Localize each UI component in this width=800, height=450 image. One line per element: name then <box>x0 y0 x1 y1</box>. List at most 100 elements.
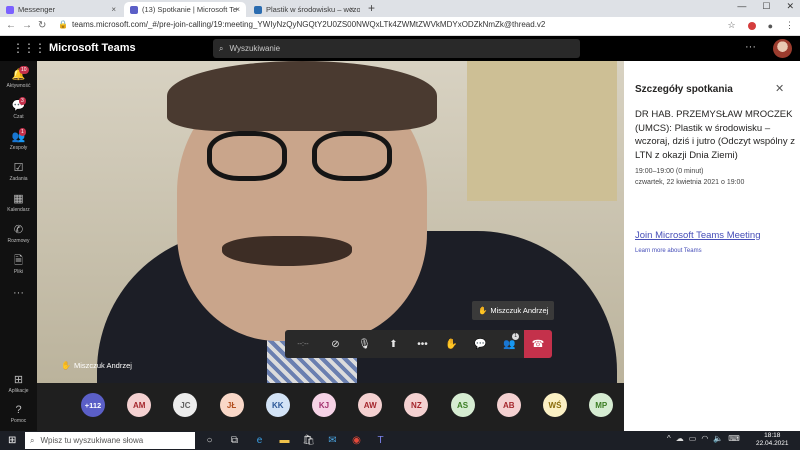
cortana-icon[interactable]: ○ <box>203 434 216 447</box>
chat-icon: 💬 <box>474 338 487 350</box>
wifi-icon[interactable]: ◠ <box>701 434 708 443</box>
hang-up-button[interactable]: ☎ <box>524 330 552 358</box>
camera-toggle-button[interactable]: ⊘ <box>321 330 350 358</box>
rail-item-apps[interactable]: ⊞ Aplikacje <box>0 374 37 394</box>
meeting-time: 19:00–19:00 (0 minut) <box>635 168 704 175</box>
rail-item-files[interactable]: 🗎 Pliki <box>0 255 37 275</box>
browser-tab-messenger[interactable]: Messenger × <box>0 2 122 17</box>
close-icon[interactable]: ✕ <box>775 82 784 95</box>
join-meeting-link[interactable]: Join Microsoft Teams Meeting <box>635 230 761 241</box>
taskbar-clock[interactable]: 18:18 22.04.2021 <box>756 432 789 448</box>
close-icon[interactable]: × <box>235 5 240 14</box>
rail-label: Pliki <box>13 269 24 275</box>
tab-title: Plastik w środowisku – wczoraj, d <box>266 5 360 14</box>
browser-tab-teams[interactable]: (13) Spotkanie | Microsoft Te × <box>124 2 246 17</box>
rail-item-calls[interactable]: ✆ Rozmowy <box>0 224 37 244</box>
teams-badge: 1 <box>19 128 26 136</box>
learn-more-link[interactable]: Learn more about Teams <box>635 248 702 254</box>
battery-icon[interactable]: ▭ <box>689 434 697 443</box>
minimize-icon[interactable]: — <box>737 1 746 12</box>
extension-icon[interactable] <box>747 21 756 30</box>
raised-hand-icon: ✋ <box>61 361 71 370</box>
more-icon: ••• <box>417 338 428 350</box>
mic-toggle-button[interactable]: 🎙 <box>350 330 379 358</box>
search-icon: ⌕ <box>30 435 35 445</box>
raise-hand-button[interactable]: ✋ <box>437 330 466 358</box>
browser-tab-bar: Messenger × (13) Spotkanie | Microsoft T… <box>0 0 800 17</box>
rail-item-calendar[interactable]: ▦ Kalendarz <box>0 193 37 213</box>
browser-tab-plastik[interactable]: Plastik w środowisku – wczoraj, d × <box>248 2 360 17</box>
user-avatar[interactable] <box>773 39 792 58</box>
close-icon[interactable]: × <box>349 5 354 14</box>
participant-avatar[interactable]: +112 <box>81 393 105 417</box>
participants-icon: 👥 <box>503 338 516 350</box>
more-options-icon[interactable]: ··· <box>745 41 756 53</box>
store-icon[interactable]: 🛍 <box>302 434 315 447</box>
chrome-icon[interactable]: ◉ <box>350 434 363 447</box>
reload-icon[interactable]: ↻ <box>38 20 46 31</box>
raise-hand-icon: ✋ <box>445 338 458 350</box>
app-launcher-icon[interactable]: ⋮⋮⋮ <box>12 41 46 55</box>
speaker-name: Miszczuk Andrzej <box>73 361 132 370</box>
taskbar-search-input[interactable]: ⌕ Wpisz tu wyszukiwane słowa <box>25 432 195 449</box>
more-actions-button[interactable]: ••• <box>408 330 437 358</box>
file-explorer-icon[interactable]: ▬ <box>278 434 291 447</box>
task-view-icon[interactable]: ⧉ <box>228 434 241 447</box>
search-placeholder: Wyszukiwanie <box>229 44 281 53</box>
calls-icon: ✆ <box>13 224 24 236</box>
search-input[interactable]: ⌕ Wyszukiwanie <box>213 39 580 58</box>
chevron-up-icon[interactable]: ^ <box>667 434 671 443</box>
onedrive-icon[interactable]: ☁ <box>676 434 684 443</box>
rail-label: Pomoc <box>10 418 27 424</box>
raised-hand-icon: ✋ <box>478 306 488 315</box>
participant-avatar[interactable]: JŁ <box>219 393 244 417</box>
back-icon[interactable]: ← <box>6 20 16 31</box>
volume-icon[interactable]: 🔈 <box>713 434 723 443</box>
teams-taskbar-icon[interactable]: T <box>374 434 387 447</box>
chat-button[interactable]: 💬 <box>466 330 495 358</box>
maximize-icon[interactable]: ☐ <box>762 1 770 12</box>
rail-item-teams[interactable]: 👥 1 Zespoły <box>0 128 37 151</box>
help-icon: ? <box>15 404 22 416</box>
participant-avatar[interactable]: JC <box>173 393 198 417</box>
participants-strip: +112 AM JC JŁ KK KJ AW NZ AS AB WŚ MP <box>37 383 624 431</box>
participant-avatar[interactable]: WŚ <box>543 393 567 417</box>
video-background-door <box>467 61 617 201</box>
participant-avatar[interactable]: KJ <box>312 393 336 417</box>
mail-icon[interactable]: ✉ <box>326 434 339 447</box>
url-field[interactable]: 🔒 teams.microsoft.com/_#/pre-join-calling… <box>58 20 545 29</box>
rail-item-help[interactable]: ? Pomoc <box>0 404 37 424</box>
windows-start-icon[interactable]: ⊞ <box>8 435 16 446</box>
rail-item-activity[interactable]: 🔔 10 Aktywność <box>0 66 37 89</box>
close-icon[interactable]: × <box>111 5 116 14</box>
account-icon[interactable]: ● <box>768 21 773 31</box>
meeting-date: czwartek, 22 kwietnia 2021 o 19:00 <box>635 179 745 186</box>
participant-avatar[interactable]: AS <box>450 393 475 417</box>
apps-icon: ⊞ <box>13 374 24 386</box>
bookmark-star-icon[interactable]: ☆ <box>727 20 735 31</box>
meeting-name: DR HAB. PRZEMYSŁAW MROCZEK (UMCS): Plast… <box>635 109 795 161</box>
rail-item-more[interactable]: ··· <box>0 287 37 299</box>
forward-icon[interactable]: → <box>22 20 32 31</box>
close-window-icon[interactable]: ✕ <box>786 1 794 12</box>
participants-button[interactable]: 👥 1 <box>495 330 524 358</box>
rail-item-chat[interactable]: 💬 3 Czat <box>0 97 37 120</box>
participant-avatar[interactable]: MP <box>589 393 614 417</box>
hang-up-icon: ☎ <box>531 338 545 350</box>
edge-icon[interactable]: e <box>253 434 266 447</box>
rail-item-tasks[interactable]: ☑ Zadania <box>0 162 37 182</box>
tab-title: Messenger <box>18 5 56 14</box>
keyboard-icon[interactable]: ⌨ <box>728 434 740 443</box>
share-screen-button[interactable]: ⬆ <box>379 330 408 358</box>
menu-dots-icon[interactable]: ⋮ <box>785 20 794 31</box>
participant-avatar[interactable]: AW <box>358 393 383 417</box>
chat-badge: 3 <box>19 97 26 105</box>
participant-avatar[interactable]: KK <box>265 393 290 417</box>
new-tab-icon[interactable]: + <box>368 1 375 15</box>
mic-off-icon: 🎙 <box>358 338 371 350</box>
participant-avatar[interactable]: AM <box>127 393 152 417</box>
participant-avatar[interactable]: AB <box>496 393 521 417</box>
search-icon: ⌕ <box>219 43 224 53</box>
participant-avatar[interactable]: NZ <box>404 393 429 417</box>
teams-icon <box>130 5 138 14</box>
